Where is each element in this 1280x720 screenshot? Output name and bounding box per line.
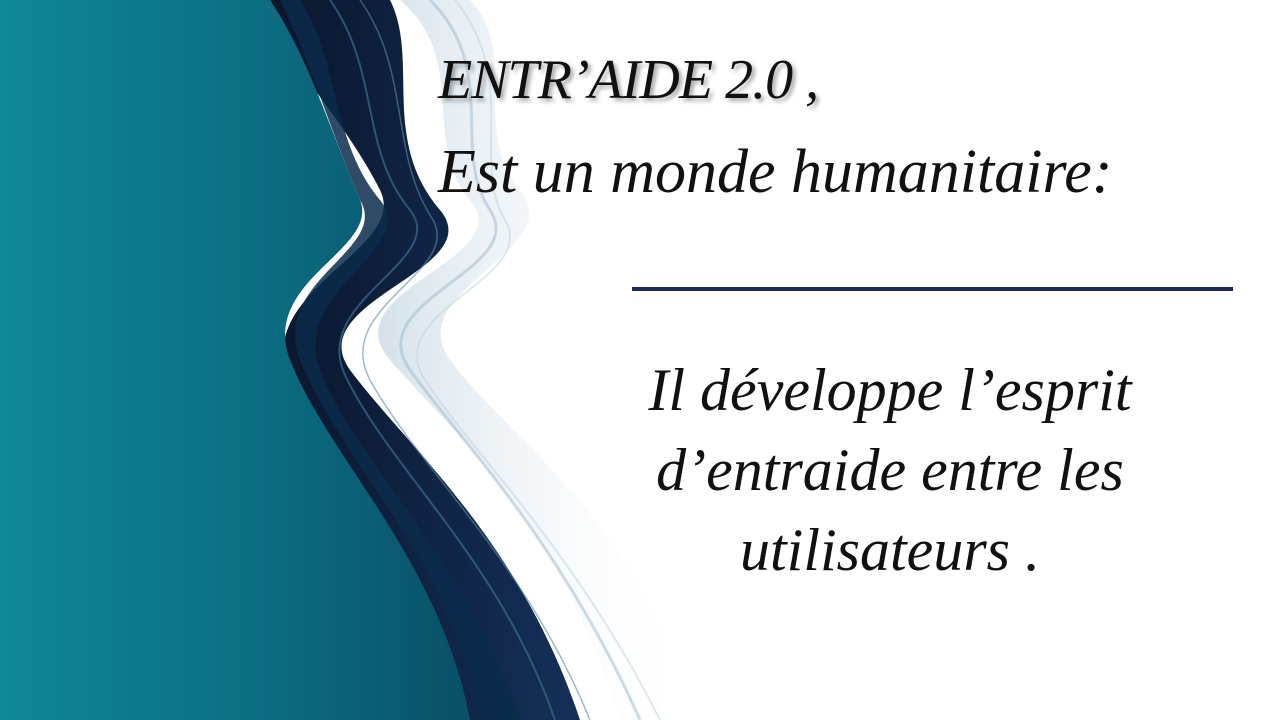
body-line: utilisateurs . (739, 517, 1041, 583)
body-line: d’entraide entre les (656, 437, 1124, 503)
slide: ENTR’AIDE 2.0 , Est un monde humanitaire… (0, 0, 1280, 720)
slide-body: Il développe l’esprit d’entraide entre l… (560, 350, 1220, 590)
slide-subtitle: Est un monde humanitaire: (438, 138, 1113, 206)
body-line: Il développe l’esprit (648, 357, 1132, 423)
slide-title: ENTR’AIDE 2.0 , (438, 49, 819, 111)
title-divider (632, 287, 1233, 291)
